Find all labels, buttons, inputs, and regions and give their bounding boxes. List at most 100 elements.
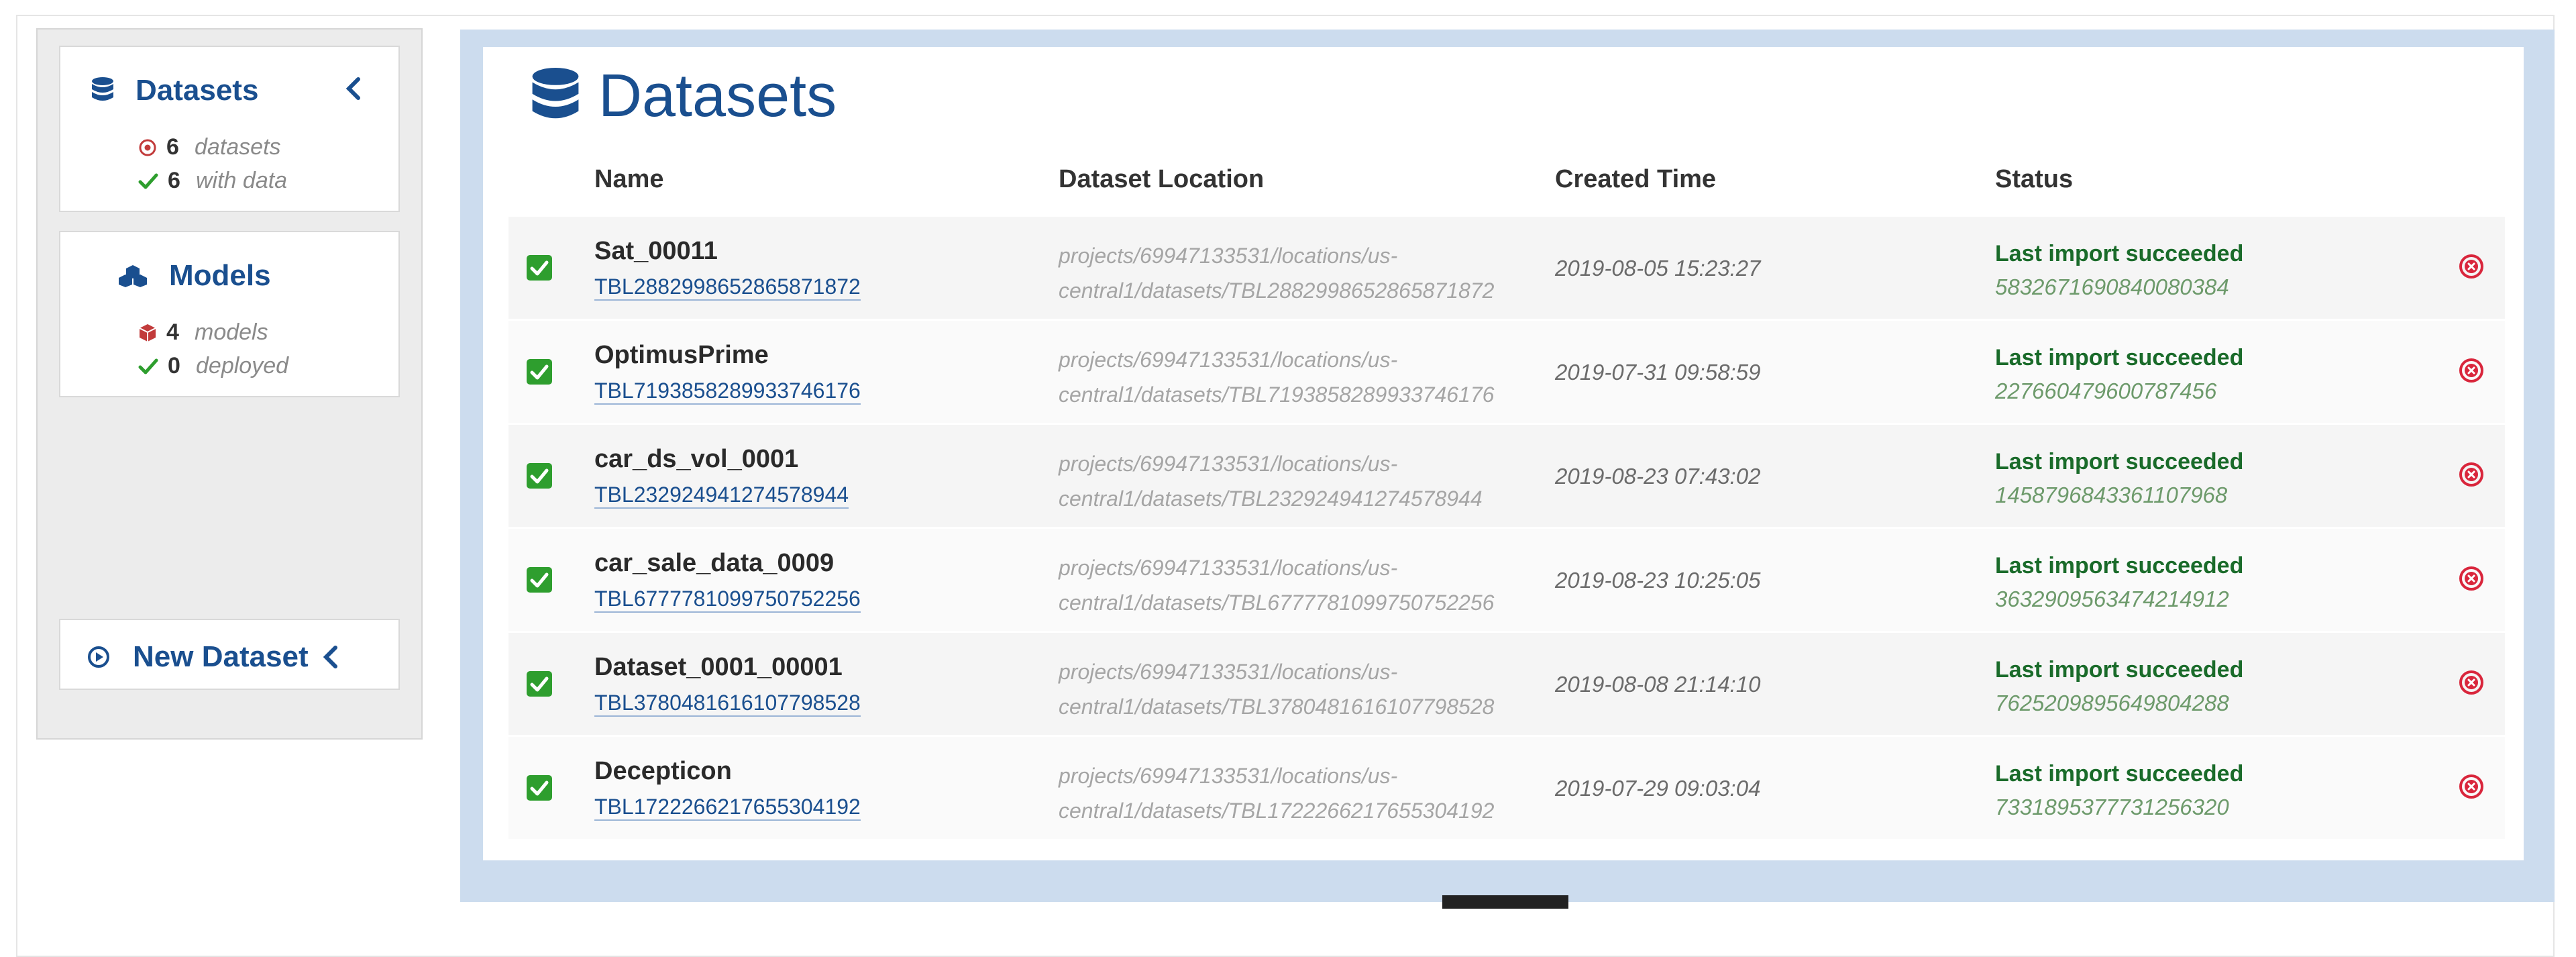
delete-icon[interactable]: [2458, 253, 2485, 280]
dataset-location: projects/69947133531/locations/us- centr…: [1059, 758, 1494, 828]
status-operation-id: 3632909563474214912: [1995, 587, 2229, 611]
dataset-location-line1: projects/69947133531/locations/us-: [1059, 348, 1398, 372]
stat-deployed-count: 0 deployed: [138, 353, 288, 379]
dataset-name[interactable]: Dataset_0001_00001: [594, 653, 843, 682]
status-operation-id: 7331895377731256320: [1995, 795, 2229, 819]
dataset-location-line2: central1/datasets/TBL2882998652865871872: [1059, 279, 1495, 303]
column-header-name[interactable]: Name: [594, 165, 664, 194]
dataset-location-line1: projects/69947133531/locations/us-: [1059, 660, 1398, 684]
check-icon: [138, 173, 158, 189]
status-text: Last import succeeded: [1995, 345, 2244, 370]
main-frame: Datasets Name Dataset Location Created T…: [460, 30, 2555, 902]
dataset-location-line1: projects/69947133531/locations/us-: [1059, 556, 1398, 580]
dataset-location-line2: central1/datasets/TBL3780481616107798528: [1059, 695, 1495, 719]
status-text: Last import succeeded: [1995, 657, 2244, 683]
dataset-id-link[interactable]: TBL6777781099750752256: [594, 587, 861, 613]
play-circle-icon: [88, 646, 109, 668]
new-dataset-label: New Dataset: [133, 640, 309, 673]
new-dataset-button[interactable]: New Dataset: [59, 619, 400, 690]
cube-icon: [139, 323, 156, 342]
check-icon: [138, 358, 158, 374]
created-time: 2019-07-31 09:58:59: [1555, 360, 1761, 385]
dataset-name[interactable]: car_ds_vol_0001: [594, 445, 798, 474]
status-text: Last import succeeded: [1995, 761, 2244, 787]
stat-label: deployed: [196, 353, 289, 379]
created-time: 2019-08-08 21:14:10: [1555, 672, 1761, 697]
bottom-tab-handle[interactable]: [1442, 895, 1568, 909]
table-row[interactable]: OptimusPrime TBL7193858289933746176 proj…: [508, 319, 2505, 423]
page-title: Datasets: [530, 62, 837, 131]
sidebar-models-header[interactable]: Models: [118, 259, 271, 293]
table-row[interactable]: Sat_00011 TBL2882998652865871872 project…: [508, 215, 2505, 319]
stat-value: 6: [168, 168, 180, 193]
datasets-panel: Datasets Name Dataset Location Created T…: [483, 47, 2524, 860]
dataset-location-line1: projects/69947133531/locations/us-: [1059, 452, 1398, 476]
dataset-location-line2: central1/datasets/TBL232924941274578944: [1059, 487, 1483, 511]
stat-datasets-count: 6 datasets: [138, 134, 281, 160]
checkbox-checked-icon[interactable]: [526, 774, 553, 801]
status-text: Last import succeeded: [1995, 241, 2244, 266]
checkbox-checked-icon[interactable]: [526, 670, 553, 697]
created-time: 2019-08-05 15:23:27: [1555, 256, 1761, 281]
column-header-status[interactable]: Status: [1995, 165, 2073, 194]
status-text: Last import succeeded: [1995, 553, 2244, 578]
database-icon: [532, 67, 579, 118]
status-text: Last import succeeded: [1995, 449, 2244, 474]
dataset-id-link[interactable]: TBL7193858289933746176: [594, 379, 861, 405]
delete-icon[interactable]: [2458, 357, 2485, 384]
dataset-location: projects/69947133531/locations/us- centr…: [1059, 238, 1494, 308]
page-title-text: Datasets: [598, 62, 837, 130]
dataset-id-link[interactable]: TBL232924941274578944: [594, 483, 849, 509]
delete-icon[interactable]: [2458, 461, 2485, 488]
sidebar-card-models[interactable]: Models 4 models 0 deployed: [59, 231, 400, 397]
table-row[interactable]: Dataset_0001_00001 TBL378048161610779852…: [508, 631, 2505, 735]
status-operation-id: 7625209895649804288: [1995, 691, 2229, 715]
dataset-name[interactable]: Decepticon: [594, 757, 732, 786]
stat-value: 6: [166, 134, 179, 160]
stat-label: datasets: [195, 134, 281, 160]
table-row[interactable]: car_ds_vol_0001 TBL232924941274578944 pr…: [508, 423, 2505, 527]
checkbox-checked-icon[interactable]: [526, 254, 553, 281]
dataset-name[interactable]: Sat_00011: [594, 237, 718, 266]
created-time: 2019-08-23 07:43:02: [1555, 464, 1761, 489]
stat-label: models: [195, 319, 268, 345]
dataset-location: projects/69947133531/locations/us- centr…: [1059, 550, 1494, 620]
status-operation-id: 1458796843361107968: [1995, 483, 2228, 507]
sidebar: Datasets 6 datasets 6 with data Models 4…: [36, 28, 423, 740]
dataset-name[interactable]: OptimusPrime: [594, 341, 769, 370]
dataset-location: projects/69947133531/locations/us- centr…: [1059, 654, 1494, 724]
new-dataset-link[interactable]: New Dataset: [87, 640, 338, 674]
dataset-location-line1: projects/69947133531/locations/us-: [1059, 244, 1398, 268]
dataset-location-line2: central1/datasets/TBL6777781099750752256: [1059, 591, 1495, 615]
created-time: 2019-08-23 10:25:05: [1555, 568, 1761, 593]
datasets-table-body: Sat_00011 TBL2882998652865871872 project…: [508, 215, 2505, 839]
checkbox-checked-icon[interactable]: [526, 566, 553, 593]
sidebar-datasets-header[interactable]: Datasets: [91, 74, 258, 107]
stat-value: 4: [166, 319, 179, 345]
cubes-icon: [119, 265, 147, 287]
chevron-left-icon[interactable]: [322, 645, 338, 669]
target-icon: [139, 139, 156, 156]
dataset-location-line2: central1/datasets/TBL1722266217655304192: [1059, 799, 1495, 823]
dataset-id-link[interactable]: TBL3780481616107798528: [594, 691, 861, 717]
column-header-location[interactable]: Dataset Location: [1059, 165, 1264, 194]
table-row[interactable]: Decepticon TBL1722266217655304192 projec…: [508, 735, 2505, 839]
table-row[interactable]: car_sale_data_0009 TBL677778109975075225…: [508, 527, 2505, 631]
delete-icon[interactable]: [2458, 565, 2485, 592]
sidebar-card-datasets[interactable]: Datasets 6 datasets 6 with data: [59, 46, 400, 212]
chevron-left-icon[interactable]: [345, 77, 361, 101]
database-icon: [92, 77, 113, 101]
checkbox-checked-icon[interactable]: [526, 358, 553, 385]
dataset-location: projects/69947133531/locations/us- centr…: [1059, 342, 1494, 412]
dataset-name[interactable]: car_sale_data_0009: [594, 549, 834, 578]
dataset-id-link[interactable]: TBL2882998652865871872: [594, 274, 861, 301]
sidebar-models-label: Models: [169, 259, 271, 292]
checkbox-checked-icon[interactable]: [526, 462, 553, 489]
delete-icon[interactable]: [2458, 669, 2485, 696]
delete-icon[interactable]: [2458, 773, 2485, 800]
sidebar-datasets-label: Datasets: [136, 74, 259, 107]
stat-label: with data: [196, 168, 288, 193]
stat-models-count: 4 models: [138, 319, 268, 346]
column-header-created[interactable]: Created Time: [1555, 165, 1716, 194]
dataset-id-link[interactable]: TBL1722266217655304192: [594, 795, 861, 821]
